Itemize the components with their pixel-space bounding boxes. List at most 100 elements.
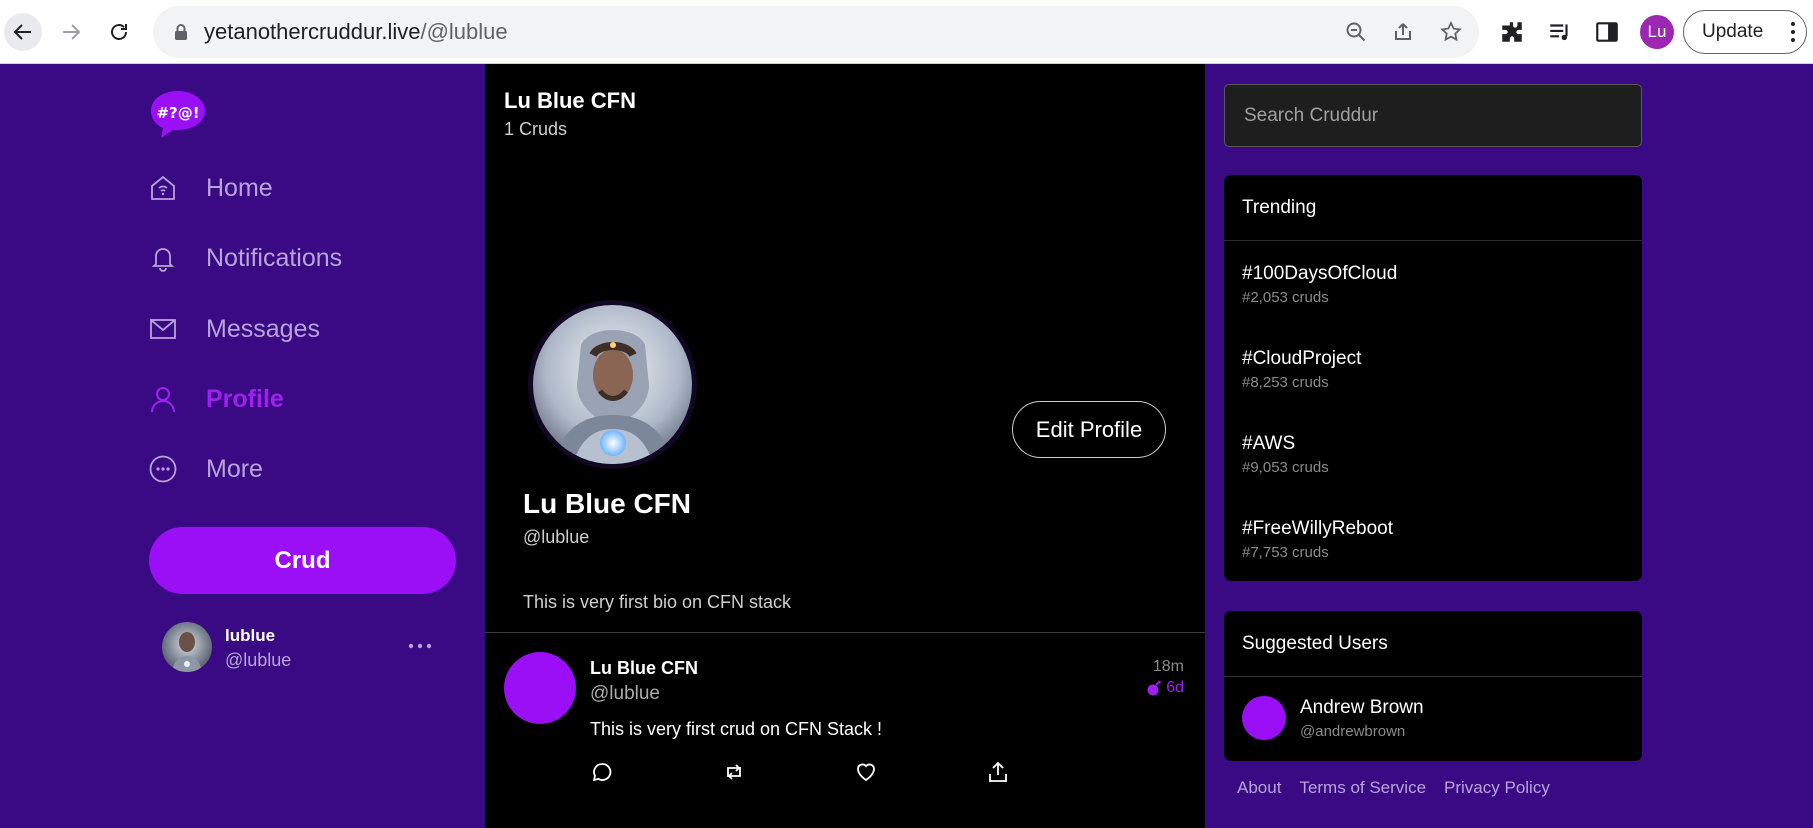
nav-item-home[interactable]: Home [148, 168, 273, 208]
update-label: Update [1702, 21, 1764, 42]
star-icon [1440, 20, 1462, 42]
arrow-left-icon [13, 24, 31, 40]
crud-expires: 6d [1146, 679, 1184, 697]
like-button[interactable] [854, 760, 880, 786]
nav-label-notifications: Notifications [206, 243, 343, 272]
puzzle-icon [1502, 22, 1522, 42]
avatar [1242, 696, 1286, 740]
nav-item-more[interactable]: More [148, 449, 263, 489]
trend-count: #7,753 cruds [1242, 544, 1329, 561]
nav-item-profile[interactable]: Profile [148, 379, 284, 419]
heart-icon [857, 763, 875, 782]
trend-item[interactable]: #CloudProject #8,253 cruds [1242, 348, 1361, 391]
trend-count: #9,053 cruds [1242, 459, 1329, 476]
url-path: /@lublue [420, 19, 508, 44]
kebab-menu-icon [1791, 22, 1795, 42]
trend-tag: #100DaysOfCloud [1242, 263, 1398, 284]
footer-links: About Terms of Service Privacy Policy [1237, 778, 1550, 798]
mail-icon [148, 314, 178, 344]
app: #?@! Home Notifications Messages Profile [0, 64, 1813, 828]
avatar[interactable] [504, 652, 576, 724]
suggested-user[interactable]: Andrew Brown @andrewbrown [1242, 696, 1622, 740]
trend-tag: #AWS [1242, 433, 1296, 454]
cruddur-logo[interactable]: #?@! [148, 88, 208, 140]
arrow-right-icon [63, 24, 81, 40]
trend-item[interactable]: #100DaysOfCloud #2,053 cruds [1242, 263, 1397, 306]
trend-count: #8,253 cruds [1242, 374, 1329, 391]
avatar [162, 622, 212, 672]
profile-feed: Lu Blue CFN 1 Cruds Edit Profile Lu Blue [485, 64, 1205, 828]
reload-button[interactable] [100, 13, 138, 51]
footer-about-link[interactable]: About [1237, 778, 1281, 798]
zoom-out-icon [1346, 22, 1366, 42]
svg-text:#?@!: #?@! [156, 104, 199, 122]
trend-item[interactable]: #AWS #9,053 cruds [1242, 433, 1329, 476]
profile-handle: @lublue [523, 527, 590, 547]
bookmark-button[interactable] [1437, 18, 1465, 46]
reply-button[interactable] [590, 760, 616, 786]
edit-profile-button[interactable]: Edit Profile [1012, 401, 1166, 458]
upload-icon [989, 761, 1007, 782]
browser-profile-avatar[interactable]: Lu [1640, 15, 1674, 49]
reply-icon [592, 763, 612, 782]
nav-label-messages: Messages [206, 314, 320, 343]
current-user-card[interactable]: lublue @lublue [162, 622, 462, 678]
queue-music-icon [1550, 24, 1568, 41]
browser-toolbar: yetanothercruddur.live/@lublue Lu Update [0, 0, 1813, 64]
lock-icon [175, 24, 187, 40]
crud-expires-label: 6d [1166, 679, 1184, 696]
side-panel-button[interactable] [1592, 17, 1622, 47]
nav-label-more: More [206, 454, 263, 483]
media-button[interactable] [1545, 17, 1575, 47]
trend-tag: #FreeWillyReboot [1242, 518, 1393, 539]
repost-button[interactable] [722, 760, 748, 786]
update-button[interactable]: Update [1683, 10, 1807, 54]
crud-item[interactable]: Lu Blue CFN @lublue This is very first c… [485, 633, 1205, 828]
side-panel-icon [1596, 22, 1618, 42]
suggested-users-panel: Suggested Users Andrew Brown @andrewbrow… [1224, 611, 1642, 761]
crud-button[interactable]: Crud [149, 527, 456, 594]
nav-label-home: Home [206, 173, 273, 202]
header-title: Lu Blue CFN [504, 88, 636, 113]
share-button[interactable] [1389, 18, 1417, 46]
trend-tag: #CloudProject [1242, 348, 1362, 369]
nav-item-messages[interactable]: Messages [148, 309, 320, 349]
extensions-button[interactable] [1497, 17, 1527, 47]
header-crud-count: 1 Cruds [504, 119, 568, 139]
right-sidebar: Search Cruddur Trending #100DaysOfCloud … [1205, 64, 1813, 828]
current-user-handle: @lublue [225, 650, 292, 670]
footer-terms-link[interactable]: Terms of Service [1299, 778, 1426, 798]
repost-icon [727, 764, 741, 780]
zoom-button[interactable] [1342, 18, 1370, 46]
forward-button[interactable] [52, 13, 90, 51]
search-input[interactable]: Search Cruddur [1224, 84, 1642, 147]
trend-item[interactable]: #FreeWillyReboot #7,753 cruds [1242, 518, 1393, 561]
nav-label-profile: Profile [206, 384, 284, 413]
reload-icon [111, 24, 127, 40]
crud-message: This is very first crud on CFN Stack ! [590, 719, 883, 739]
home-icon [148, 173, 178, 203]
more-horizontal-icon[interactable] [406, 634, 434, 658]
nav-item-notifications[interactable]: Notifications [148, 238, 342, 278]
profile-bio: This is very first bio on CFN stack [523, 592, 792, 612]
crud-time: 18m [1152, 658, 1184, 675]
crud-display-name[interactable]: Lu Blue CFN [590, 658, 698, 679]
back-button[interactable] [4, 13, 42, 51]
current-user-display-name: lublue [225, 626, 276, 645]
trending-title: Trending [1224, 175, 1642, 241]
bomb-icon [1147, 680, 1162, 696]
suggested-user-name: Andrew Brown [1300, 697, 1424, 718]
footer-privacy-link[interactable]: Privacy Policy [1444, 778, 1550, 798]
bell-icon [148, 243, 178, 273]
url-text: yetanothercruddur.live/@lublue [204, 19, 508, 45]
share-crud-button[interactable] [986, 760, 1012, 786]
address-bar[interactable]: yetanothercruddur.live/@lublue [153, 6, 1479, 58]
profile-display-name: Lu Blue CFN [523, 488, 691, 519]
user-icon [148, 384, 178, 414]
suggested-users-title: Suggested Users [1224, 611, 1642, 677]
more-circle-icon [148, 454, 178, 484]
trend-count: #2,053 cruds [1242, 289, 1329, 306]
profile-avatar [528, 300, 697, 469]
crud-handle[interactable]: @lublue [590, 683, 660, 705]
sidebar-nav: #?@! Home Notifications Messages Profile [0, 64, 485, 828]
